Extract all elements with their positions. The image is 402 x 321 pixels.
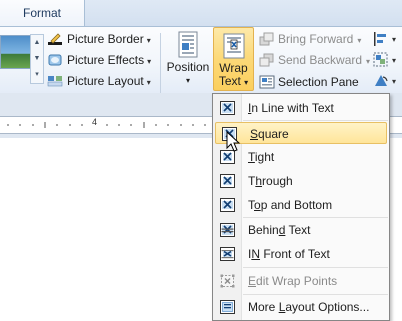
picture-effects-icon — [48, 54, 62, 66]
inline-with-text-icon — [220, 101, 235, 115]
menu-item-top-and-bottom[interactable]: Top and Bottom — [214, 194, 388, 216]
menu-item-more-layout-options[interactable]: More Layout Options... — [214, 296, 388, 318]
position-button[interactable]: Position ▾ — [166, 27, 210, 91]
group-divider — [160, 33, 161, 93]
menu-separator — [243, 294, 388, 295]
edit-wrap-points-icon — [220, 274, 235, 288]
wrap-text-label-line2: Text ▾ — [218, 74, 249, 88]
position-label: Position — [166, 60, 210, 74]
gallery-down-icon[interactable]: ▼ — [31, 51, 43, 67]
through-wrap-icon — [220, 174, 235, 188]
bring-forward-icon — [259, 32, 274, 46]
chevron-down-icon: ▾ — [366, 57, 371, 66]
menu-item-edit-wrap-points[interactable]: Edit Wrap Points — [214, 270, 388, 292]
picture-style-thumbnail[interactable] — [0, 35, 31, 69]
selection-pane-icon — [259, 75, 275, 89]
send-backward-icon — [259, 53, 274, 67]
menu-separator — [243, 267, 388, 268]
chevron-down-icon: ▾ — [185, 76, 190, 85]
picture-layout-icon — [47, 76, 63, 87]
svg-text:▾: ▾ — [392, 56, 396, 65]
gallery-more-icon[interactable]: ▾ — [31, 67, 43, 83]
mouse-cursor-icon — [226, 131, 241, 152]
wrap-text-icon — [223, 33, 244, 59]
position-icon — [178, 31, 198, 58]
gallery-up-icon[interactable]: ▲ — [31, 35, 43, 51]
svg-text:▾: ▾ — [392, 77, 396, 86]
align-icon[interactable]: ▾ — [372, 30, 402, 48]
picture-layout-button[interactable]: Picture Layout ▾ — [47, 71, 151, 91]
selection-pane-button[interactable]: Selection Pane — [259, 72, 359, 92]
menu-separator — [243, 120, 388, 121]
picture-style-gallery-scroll[interactable]: ▲ ▼ ▾ — [30, 34, 44, 84]
menu-separator — [243, 217, 388, 218]
send-backward-button[interactable]: Send Backward ▾ — [259, 50, 370, 70]
bring-forward-button[interactable]: Bring Forward ▾ — [259, 29, 361, 49]
rotate-icon[interactable]: ▾ — [372, 72, 402, 90]
wrap-text-menu: In Line with Text Square Tight Through T… — [212, 93, 390, 321]
wrap-text-button[interactable]: Wrap Text ▾ — [213, 27, 254, 91]
picture-border-button[interactable]: Picture Border ▾ — [47, 29, 151, 49]
pen-border-icon — [48, 33, 62, 45]
menu-item-behind-text[interactable]: Behind Text — [214, 219, 388, 241]
group-objects-icon[interactable]: ▾ — [372, 51, 402, 69]
chevron-down-icon: ▾ — [357, 36, 362, 45]
behind-text-icon — [220, 223, 235, 237]
chevron-down-icon: ▾ — [147, 57, 152, 66]
in-front-of-text-icon — [220, 247, 235, 261]
picture-effects-button[interactable]: Picture Effects ▾ — [47, 50, 151, 70]
chevron-down-icon: ▾ — [146, 36, 151, 45]
tab-format[interactable]: Format — [0, 0, 85, 28]
ruler-number: 4 — [92, 117, 98, 127]
menu-item-in-front-of-text[interactable]: IN Front of Text — [214, 243, 388, 265]
menu-item-through[interactable]: Through — [214, 170, 388, 192]
chevron-down-icon: ▾ — [244, 78, 249, 87]
svg-text:▾: ▾ — [392, 35, 396, 44]
more-layout-options-icon — [220, 300, 235, 314]
chevron-down-icon: ▾ — [146, 78, 151, 87]
menu-item-in-line-with-text[interactable]: In Line with Text — [214, 97, 388, 119]
top-bottom-wrap-icon — [220, 198, 235, 212]
